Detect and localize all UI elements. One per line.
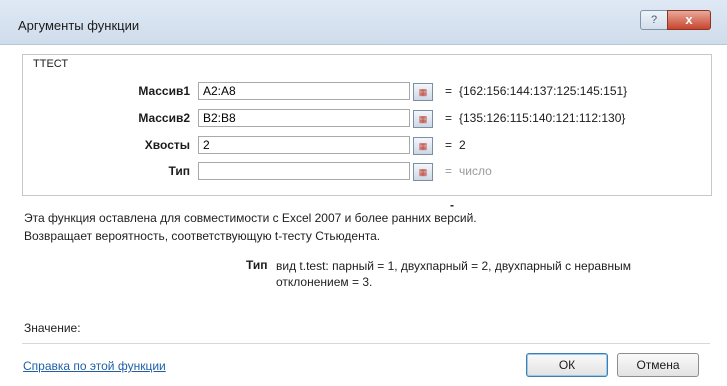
- function-result: -: [450, 198, 454, 212]
- tails-input[interactable]: [198, 136, 410, 154]
- help-button[interactable]: ?: [640, 10, 668, 30]
- range-select-icon[interactable]: ▦: [413, 110, 433, 128]
- function-name: ТТЕСТ: [33, 58, 69, 70]
- array1-result: {162:156:144:137:125:145:151}: [459, 84, 628, 98]
- argument-help-label: Тип: [246, 258, 268, 272]
- question-mark-icon: ?: [650, 14, 658, 26]
- arg-label-type: Тип: [168, 164, 191, 178]
- cancel-button[interactable]: Отмена: [617, 353, 699, 377]
- function-summary: Возвращает вероятность, соответствующую …: [24, 229, 381, 243]
- dialog-title-bar: Аргументы функции ? x: [0, 0, 727, 45]
- equals-sign: =: [445, 111, 453, 125]
- equals-sign: =: [445, 138, 453, 152]
- type-input[interactable]: [198, 162, 410, 180]
- dialog-title: Аргументы функции: [18, 18, 140, 33]
- arg-label-array2: Массив2: [138, 111, 190, 125]
- range-select-icon[interactable]: ▦: [413, 83, 433, 101]
- array2-result: {135:126:115:140:121:112:130}: [459, 111, 626, 125]
- arg-label-tails: Хвосты: [144, 138, 190, 152]
- type-result-placeholder: число: [459, 164, 492, 178]
- close-button[interactable]: x: [667, 10, 711, 30]
- divider: [22, 343, 710, 344]
- range-select-icon[interactable]: ▦: [413, 137, 433, 155]
- value-label: Значение:: [24, 321, 81, 335]
- array2-input[interactable]: [198, 109, 410, 127]
- function-help-link[interactable]: Справка по этой функции: [23, 359, 166, 373]
- argument-help-text: вид t.test: парный = 1, двухпарный = 2, …: [276, 259, 631, 289]
- function-description: Эта функция оставлена для совместимости …: [24, 211, 477, 225]
- tails-result: 2: [459, 138, 466, 152]
- equals-sign: =: [445, 84, 453, 98]
- array1-input[interactable]: [198, 82, 410, 100]
- ok-button[interactable]: ОК: [526, 353, 608, 377]
- arg-label-array1: Массив1: [138, 84, 190, 98]
- range-select-icon[interactable]: ▦: [413, 163, 433, 181]
- equals-sign: =: [445, 164, 453, 178]
- close-icon: x: [685, 12, 693, 27]
